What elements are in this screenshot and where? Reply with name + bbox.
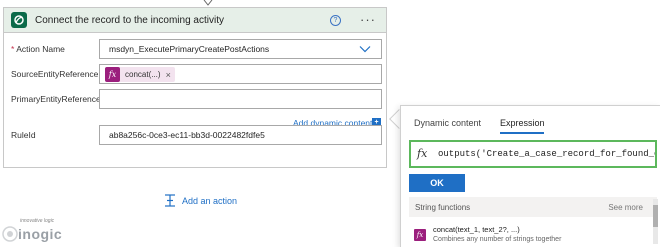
- function-item-concat[interactable]: fx concat(text_1, text_2?, ...) Combines…: [409, 222, 649, 247]
- rule-id-row: RuleId ab8a256c-0ce3-ec11-bb3d-0022482fd…: [4, 125, 388, 145]
- fx-icon: fx: [105, 67, 120, 82]
- primary-entity-row: PrimaryEntityReference: [4, 89, 388, 109]
- connector-arrow-icon: [203, 0, 213, 6]
- scrollbar-thumb[interactable]: [653, 205, 658, 227]
- source-entity-label: SourceEntityReference: [11, 69, 99, 79]
- add-action-button[interactable]: Add an action: [164, 194, 237, 207]
- action-name-label-text: Action Name: [16, 44, 65, 54]
- expression-text: outputs('Create_a_case_record_for_found_…: [438, 149, 657, 159]
- primary-entity-input[interactable]: [99, 89, 382, 109]
- function-signature: concat(text_1, text_2?, ...): [433, 225, 520, 234]
- add-action-label: Add an action: [182, 195, 238, 206]
- rule-id-input[interactable]: ab8a256c-0ce3-ec11-bb3d-0022482fdfe5: [99, 125, 382, 145]
- rule-id-label: RuleId: [11, 130, 36, 140]
- source-entity-row: SourceEntityReference fx concat(...) ×: [4, 64, 388, 84]
- more-options-icon[interactable]: ···: [360, 13, 376, 26]
- rule-id-value: ab8a256c-0ce3-ec11-bb3d-0022482fdfe5: [109, 130, 265, 140]
- remove-token-icon[interactable]: ×: [166, 66, 171, 84]
- section-title: String functions: [415, 203, 471, 212]
- action-card: Connect the record to the incoming activ…: [3, 7, 387, 168]
- token-label: concat(...): [125, 69, 161, 79]
- see-more-link[interactable]: See more: [608, 203, 643, 212]
- dataverse-icon: [11, 12, 27, 28]
- watermark-name: inogic: [18, 226, 63, 242]
- add-action-icon: [165, 194, 175, 207]
- help-icon[interactable]: ?: [330, 14, 341, 26]
- expression-popup: Dynamic content Expression fx outputs('C…: [400, 105, 660, 247]
- active-tab-indicator: [500, 132, 544, 134]
- fx-icon: fx: [414, 229, 426, 241]
- card-title: Connect the record to the incoming activ…: [35, 14, 224, 26]
- watermark-tagline: innovative logic: [20, 218, 55, 224]
- action-name-label: * Action Name: [11, 44, 65, 54]
- primary-entity-label: PrimaryEntityReference: [11, 94, 101, 104]
- required-marker: *: [11, 44, 15, 54]
- fx-icon: fx: [417, 147, 428, 160]
- string-functions-section: String functions See more: [409, 197, 657, 217]
- source-entity-input[interactable]: fx concat(...) ×: [99, 64, 382, 84]
- concat-token[interactable]: fx concat(...) ×: [105, 67, 175, 82]
- expression-input[interactable]: fx outputs('Create_a_case_record_for_fou…: [409, 140, 657, 168]
- tab-expression[interactable]: Expression: [500, 118, 545, 128]
- ok-button[interactable]: OK: [409, 174, 465, 192]
- card-header[interactable]: Connect the record to the incoming activ…: [4, 8, 386, 33]
- action-name-value: msdyn_ExecutePrimaryCreatePostActions: [109, 44, 270, 54]
- function-description: Combines any number of strings together: [433, 236, 562, 243]
- action-name-select[interactable]: msdyn_ExecutePrimaryCreatePostActions: [99, 39, 382, 59]
- action-name-row: * Action Name msdyn_ExecutePrimaryCreate…: [4, 39, 388, 59]
- tab-dynamic-content[interactable]: Dynamic content: [414, 118, 481, 128]
- chevron-down-icon[interactable]: [359, 44, 371, 54]
